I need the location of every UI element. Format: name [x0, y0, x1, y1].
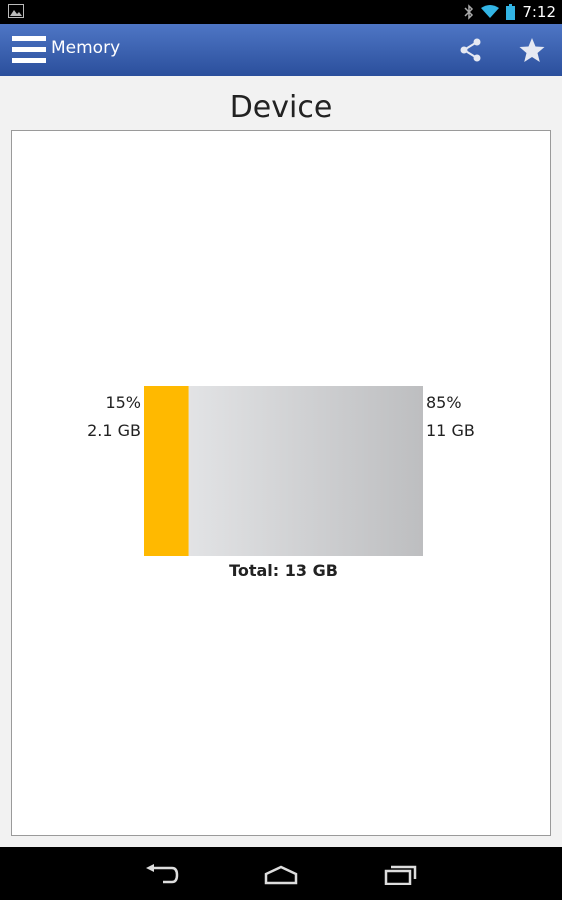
status-bar: 7:12 — [0, 0, 562, 24]
wifi-icon — [481, 5, 500, 18]
free-percent-label: 85% — [426, 393, 462, 412]
app-title: Memory — [51, 38, 121, 58]
memory-chart: 15% 2.1 GB 85% 11 GB Total: 13 GB — [87, 386, 475, 580]
menu-icon[interactable] — [12, 36, 46, 64]
free-value-label: 11 GB — [426, 421, 475, 440]
share-icon[interactable] — [458, 37, 484, 63]
status-clock: 7:12 — [522, 3, 556, 21]
nav-bar — [0, 847, 562, 900]
recent-apps-icon[interactable] — [384, 863, 418, 885]
bluetooth-icon — [464, 4, 474, 20]
action-bar: Memory — [0, 24, 562, 76]
section-title: Device — [229, 90, 333, 125]
gallery-icon — [8, 4, 24, 18]
home-icon[interactable] — [264, 865, 298, 885]
used-percent-label: 15% — [105, 393, 141, 412]
used-value-label: 2.1 GB — [87, 421, 141, 440]
used-bar — [144, 386, 189, 556]
battery-icon — [506, 4, 516, 20]
free-bar — [188, 386, 423, 556]
total-label: Total: 13 GB — [229, 561, 338, 580]
back-icon[interactable] — [145, 864, 179, 886]
chart-panel: 15% 2.1 GB 85% 11 GB Total: 13 GB — [11, 130, 551, 836]
star-icon[interactable] — [518, 36, 546, 64]
